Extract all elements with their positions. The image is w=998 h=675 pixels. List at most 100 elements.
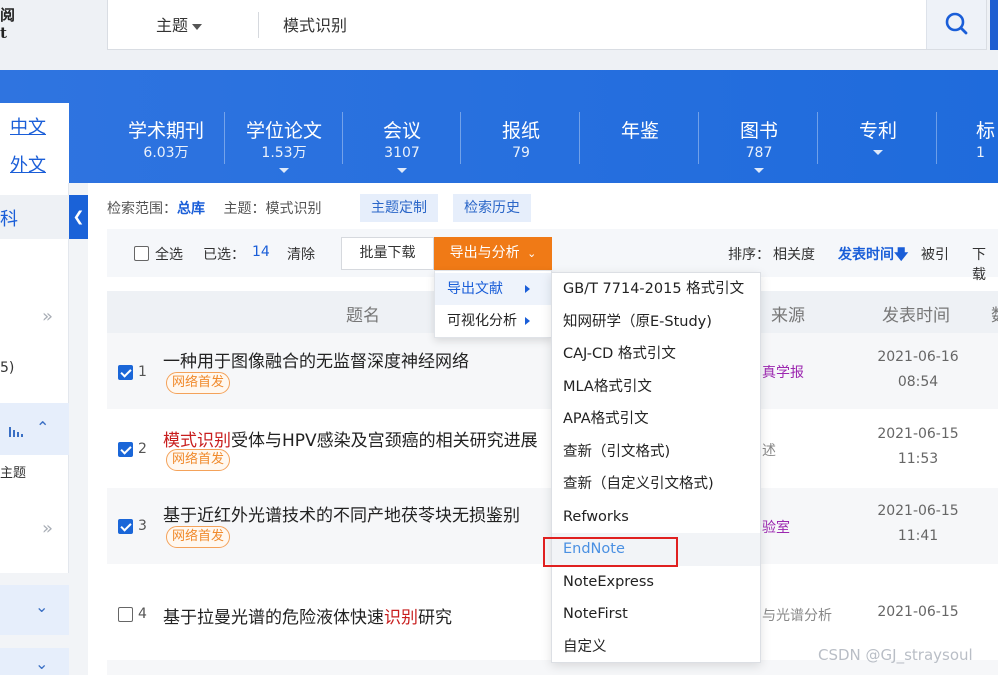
- category-name: 会议: [382, 120, 421, 142]
- category-divider: [698, 112, 699, 164]
- sidebar-section-header[interactable]: ⌃: [0, 403, 69, 455]
- category-name: 标: [976, 120, 996, 142]
- annotation-highlight-box: [543, 537, 678, 567]
- category-name: 年鉴: [620, 120, 659, 142]
- date-day: 2021-06-15: [877, 604, 959, 620]
- status-badge: 网络首发: [166, 449, 231, 471]
- menu-item-gbt[interactable]: GB/T 7714-2015 格式引文: [552, 273, 760, 306]
- row-title[interactable]: 基于拉曼光谱的危险液体快速识别研究: [163, 603, 452, 628]
- column-title: 题名: [346, 306, 380, 326]
- row-title[interactable]: 基于近红外光谱技术的不同产地茯苓块无损鉴别: [163, 501, 520, 526]
- menu-item-cajcd[interactable]: CAJ-CD 格式引文: [552, 338, 760, 371]
- title-highlight: 识别: [384, 608, 418, 628]
- site-logo[interactable]: 阅 t: [0, 6, 15, 46]
- status-badge: 网络首发: [166, 372, 231, 394]
- sidebar-section-collapsed[interactable]: ⌄: [0, 585, 69, 635]
- selected-label: 已选：: [203, 247, 245, 263]
- row-source[interactable]: 真学报: [762, 362, 804, 382]
- caret-right-icon: [525, 317, 530, 325]
- menu-item-apa[interactable]: APA格式引文: [552, 403, 760, 436]
- category-books[interactable]: 图书 787: [700, 112, 818, 173]
- row-checkbox[interactable]: [118, 365, 133, 380]
- row-source[interactable]: 述: [762, 440, 776, 460]
- title-text: 研究: [418, 608, 452, 628]
- submenu-visual-analysis[interactable]: 可视化分析: [435, 305, 552, 337]
- export-analysis-button[interactable]: 导出与分析 ⌄: [434, 237, 552, 270]
- sidebar-more-button-2[interactable]: »: [42, 518, 53, 539]
- arrow-down-icon: 🡇: [894, 247, 909, 263]
- title-text: 基于近红外光谱技术的不同产地茯苓块无损鉴别: [163, 506, 520, 526]
- select-all-label[interactable]: 全选: [155, 244, 183, 264]
- category-newspapers[interactable]: 报纸 79: [462, 112, 580, 164]
- sort-date-label: 发表时间: [838, 247, 894, 263]
- sort-cited[interactable]: 被引: [921, 244, 949, 264]
- search-type-select[interactable]: 主题: [156, 12, 203, 36]
- chevron-up-icon: ⌃: [36, 418, 50, 437]
- row-date: 2021-06-15: [876, 600, 960, 625]
- category-journals[interactable]: 学术期刊 6.03万: [107, 112, 225, 164]
- search-button[interactable]: [926, 0, 986, 49]
- category-yearbooks[interactable]: 年鉴: [581, 112, 699, 164]
- category-conferences[interactable]: 会议 3107: [343, 112, 461, 173]
- menu-item-novelty[interactable]: 查新（引文格式): [552, 436, 760, 469]
- chevron-down-icon: ⌄: [35, 597, 49, 616]
- scope-topic: 主题：模式识别: [223, 201, 322, 217]
- row-checkbox[interactable]: [118, 607, 133, 622]
- category-patents[interactable]: 专利: [819, 112, 937, 164]
- logo-glyph-bottom: t: [0, 24, 7, 42]
- date-day: 2021-06-15: [877, 503, 959, 519]
- caret-right-icon: [525, 285, 530, 293]
- category-name: 报纸: [501, 120, 540, 142]
- menu-item-novelty-custom[interactable]: 查新（自定义引文格式): [552, 468, 760, 501]
- sidebar-subject-label: 科: [0, 209, 18, 230]
- category-divider: [817, 112, 818, 164]
- date-time: 08:54: [897, 374, 939, 390]
- filter-sidebar: [0, 183, 69, 573]
- category-count: 3107: [384, 145, 420, 161]
- chevron-down-icon: ⌄: [527, 247, 537, 260]
- batch-download-button[interactable]: 批量下载: [341, 237, 434, 270]
- row-checkbox[interactable]: [118, 519, 133, 534]
- sort-date[interactable]: 发表时间🡇: [838, 244, 908, 268]
- title-text: 受体与HPV感染及宫颈癌的相关研究进展: [231, 431, 538, 451]
- row-source[interactable]: 验室: [762, 517, 790, 537]
- title-text: 基于拉曼光谱的危险液体快速: [163, 608, 384, 628]
- row-checkbox[interactable]: [118, 442, 133, 457]
- search-input[interactable]: 模式识别: [283, 12, 347, 36]
- column-source: 来源: [771, 306, 805, 326]
- menu-item-mla[interactable]: MLA格式引文: [552, 371, 760, 404]
- clear-selection-button[interactable]: 清除: [287, 244, 315, 264]
- scope-value[interactable]: 总库: [177, 201, 205, 217]
- category-count: 79: [512, 145, 530, 161]
- sort-download[interactable]: 下载: [972, 244, 998, 284]
- row-number: 2: [138, 441, 147, 457]
- topic-custom-button[interactable]: 主题定制: [360, 194, 438, 222]
- scope-label: 检索范围：: [107, 201, 177, 217]
- menu-item-estudy[interactable]: 知网研学（原E-Study): [552, 306, 760, 339]
- menu-item-refworks[interactable]: Refworks: [552, 501, 760, 534]
- select-all-checkbox[interactable]: [134, 246, 149, 261]
- export-analysis-label: 导出与分析: [449, 245, 520, 261]
- category-count: 1: [976, 145, 985, 161]
- menu-item-notefirst[interactable]: NoteFirst: [552, 598, 760, 631]
- row-title[interactable]: 一种用于图像融合的无监督深度神经网络: [163, 347, 469, 372]
- sidebar-section-collapsed-2[interactable]: ⌄: [0, 648, 69, 675]
- menu-item-custom[interactable]: 自定义: [552, 631, 760, 664]
- menu-item-noteexpress[interactable]: NoteExpress: [552, 566, 760, 599]
- caret-down-icon: [192, 23, 203, 30]
- row-source[interactable]: 与光谱分析: [762, 605, 832, 625]
- sidebar-subject-item[interactable]: 科: [0, 195, 69, 239]
- lang-foreign[interactable]: 外文: [10, 151, 46, 177]
- row-date: 2021-06-15 11:41: [876, 499, 960, 549]
- submenu-export-references[interactable]: 导出文献: [435, 273, 552, 305]
- sidebar-more-button[interactable]: »: [42, 306, 53, 327]
- sort-relevance[interactable]: 相关度: [773, 244, 815, 264]
- category-theses[interactable]: 学位论文 1.53万: [225, 112, 343, 173]
- row-title[interactable]: 模式识别受体与HPV感染及宫颈癌的相关研究进展: [163, 426, 538, 451]
- watermark: CSDN @GJ_straysoul: [818, 646, 973, 664]
- sidebar-collapse-button[interactable]: ❮: [69, 195, 88, 239]
- advanced-search-edge[interactable]: [990, 0, 998, 50]
- search-history-button[interactable]: 检索历史: [453, 194, 531, 222]
- category-standards[interactable]: 标 1: [938, 118, 998, 162]
- lang-chinese[interactable]: 中文: [10, 113, 46, 139]
